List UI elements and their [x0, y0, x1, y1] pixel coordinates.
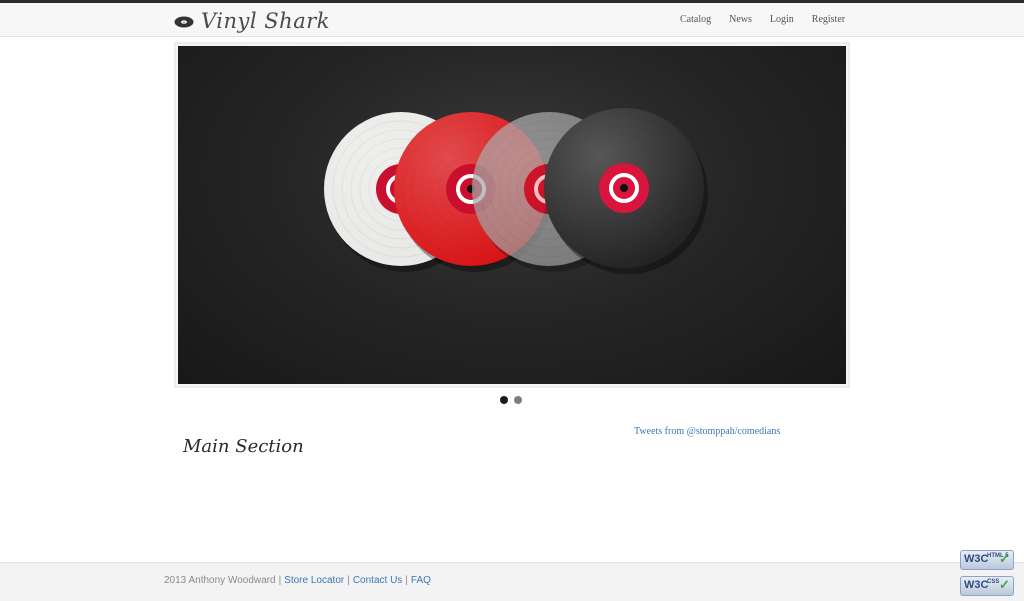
- footer-faq-link[interactable]: FAQ: [411, 575, 431, 586]
- badge-kind-label: CSS: [987, 579, 1000, 585]
- site-header: Vinyl Shark Catalog News Login Register: [0, 3, 1024, 37]
- footer-separator: |: [405, 575, 408, 586]
- slide-vinyl-records: [178, 46, 846, 384]
- site-logo-text: Vinyl Shark: [201, 9, 330, 33]
- w3c-logo-text: W3C: [964, 553, 989, 565]
- image-slider[interactable]: [174, 42, 850, 388]
- vinyl-record-icon: [174, 15, 194, 28]
- w3c-logo-text: W3C: [964, 579, 989, 591]
- main-section-heading: Main Section: [183, 436, 304, 457]
- footer-links: 2013 Anthony Woodward | Store Locator | Cont…: [164, 575, 431, 586]
- nav-news[interactable]: News: [729, 14, 752, 25]
- nav-login[interactable]: Login: [770, 14, 794, 25]
- site-footer: 2013 Anthony Woodward | Store Locator | Cont…: [0, 562, 1024, 601]
- tweets-link[interactable]: Tweets from @stomppah/comedians: [634, 426, 780, 437]
- nav-register[interactable]: Register: [812, 14, 845, 25]
- site-logo[interactable]: Vinyl Shark: [174, 9, 330, 33]
- nav-catalog[interactable]: Catalog: [680, 14, 711, 25]
- footer-separator: |: [347, 575, 350, 586]
- footer-contact-link[interactable]: Contact Us: [353, 575, 402, 586]
- footer-separator: |: [278, 575, 282, 586]
- w3c-css-badge[interactable]: W3C CSS ✓: [960, 576, 1014, 596]
- checkmark-icon: ✓: [999, 551, 1010, 566]
- footer-store-locator-link[interactable]: Store Locator: [284, 575, 344, 586]
- slider-dot-2[interactable]: [514, 396, 522, 404]
- checkmark-icon: ✓: [999, 577, 1010, 592]
- vinyl-records-image: [324, 108, 708, 274]
- main-nav: Catalog News Login Register: [680, 14, 845, 25]
- slider-dot-1[interactable]: [500, 396, 508, 404]
- slider-pagination: [500, 396, 528, 404]
- footer-copyright: 2013 Anthony Woodward: [164, 575, 276, 586]
- w3c-html5-badge[interactable]: W3C HTML 5 ✓: [960, 550, 1014, 570]
